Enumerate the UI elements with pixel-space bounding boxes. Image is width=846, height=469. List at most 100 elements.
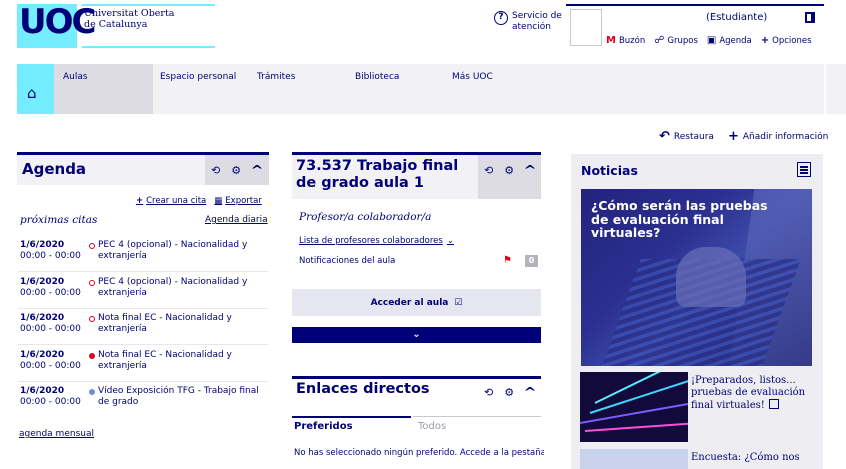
chevron-up-icon[interactable]: ^	[251, 163, 264, 177]
agenda-item-date: 1/6/2020	[20, 277, 65, 287]
help-label-line-1: Servicio de	[512, 11, 562, 21]
help-label: Servicio de atención	[512, 11, 564, 33]
tab-all[interactable]: Todos	[418, 421, 446, 432]
teachers-list-label: Lista de profesores colaboradores	[299, 236, 443, 246]
help-label-line-2: atención	[512, 22, 551, 32]
chevron-up-icon[interactable]: ^	[524, 163, 537, 177]
home-icon: ⌂	[27, 84, 37, 102]
options-label: Opciones	[772, 35, 812, 46]
agenda-item-time: 00:00 - 00:00	[20, 324, 81, 334]
nav-item-aulas[interactable]: Aulas	[63, 72, 88, 82]
export-icon: ▦	[214, 196, 223, 206]
agenda-separator	[18, 344, 268, 345]
access-classroom-button[interactable]: Acceder al aula ☑	[292, 289, 541, 316]
logout-icon[interactable]	[805, 12, 815, 23]
agenda-item-text: Nota final EC - Nacionalidad y extranjer…	[98, 350, 232, 371]
restore-label: Restaura	[673, 131, 714, 142]
add-info-button[interactable]: + Añadir información	[728, 129, 828, 144]
agenda-item-datetime: 1/6/2020 00:00 - 00:00	[20, 277, 90, 299]
chevron-up-icon[interactable]: ^	[524, 385, 537, 399]
options-link[interactable]: + Opciones	[761, 35, 812, 46]
refresh-icon[interactable]: ⟲	[484, 386, 493, 399]
mailbox-link[interactable]: M Buzón	[606, 35, 645, 46]
tab-all-indicator	[413, 416, 541, 417]
news-item-1[interactable]: ¡Preparados, listos... pruebas de evalua…	[691, 375, 816, 412]
create-appointment-link[interactable]: + Crear una cita	[136, 196, 206, 206]
edit-box-icon: ☑	[454, 297, 463, 308]
logo-divider-bottom	[82, 46, 215, 48]
agenda-item-datetime: 1/6/2020 00:00 - 00:00	[20, 350, 90, 372]
news-thumbnail-1[interactable]	[580, 372, 688, 442]
chevron-down-icon: ⌄	[446, 236, 454, 246]
gear-icon[interactable]: ⚙	[504, 164, 514, 177]
plus-icon: +	[136, 196, 144, 206]
nav-item-tramites[interactable]: Trámites	[257, 72, 295, 82]
course-controls-bg	[478, 155, 541, 199]
uoc-campus-page: UOC Universitat Oberta de Catalunya ? Se…	[0, 0, 846, 469]
agenda-item-date: 1/6/2020	[20, 350, 65, 360]
university-name: Universitat Oberta de Catalunya	[84, 8, 214, 30]
event-status-dot-icon	[89, 316, 95, 322]
agenda-item-text: Nota final EC - Nacionalidad y extranjer…	[98, 313, 232, 334]
tab-favorites-indicator	[292, 416, 411, 418]
help-link[interactable]: ? Servicio de atención	[494, 11, 564, 33]
favorites-empty-text: No has seleccionado ningún preferido. Ac…	[294, 448, 544, 458]
plus-icon: +	[727, 129, 739, 144]
agenda-item-date: 1/6/2020	[20, 386, 65, 396]
logo-divider-top	[82, 4, 215, 6]
groups-link[interactable]: ☍ Grupos	[654, 35, 698, 46]
chevron-down-icon: ⌄	[412, 329, 421, 340]
light-ray	[584, 422, 688, 432]
groups-icon: ☍	[654, 35, 665, 46]
gear-icon[interactable]: ⚙	[504, 386, 514, 399]
avatar[interactable]	[570, 9, 602, 46]
nav-item-mas-uoc[interactable]: Más UOC	[452, 72, 493, 82]
agenda-label: Agenda	[719, 35, 752, 46]
expand-course-button[interactable]: ⌄	[292, 327, 541, 343]
news-thumbnail-2[interactable]	[580, 449, 688, 469]
university-name-line-1: Universitat Oberta	[84, 8, 175, 19]
news-list-icon[interactable]	[797, 162, 811, 177]
nav-edge	[826, 64, 846, 114]
university-name-line-2: de Catalunya	[84, 19, 148, 30]
event-status-dot-icon	[89, 353, 95, 359]
nav-home-button[interactable]: ⌂	[17, 64, 54, 114]
mailbox-label: Buzón	[618, 35, 646, 46]
news-item-1-text: ¡Preparados, listos... pruebas de evalua…	[691, 375, 806, 411]
access-classroom-label: Acceder al aula	[370, 297, 449, 308]
news-featured-headline[interactable]: ¿Cómo serán las pruebas de evaluación fi…	[591, 199, 786, 240]
upcoming-heading: próximas citas	[20, 214, 98, 226]
export-link[interactable]: ▦ Exportar	[214, 196, 262, 206]
restore-button[interactable]: ↶ Restaura	[659, 129, 714, 144]
news-item-2[interactable]: Encuesta: ¿Cómo nos	[691, 452, 800, 463]
nav-item-biblioteca[interactable]: Biblioteca	[355, 72, 399, 82]
agenda-separator	[18, 308, 268, 309]
agenda-item-time: 00:00 - 00:00	[20, 251, 81, 261]
event-status-dot-icon	[89, 243, 95, 249]
daily-agenda-link[interactable]: Agenda diaria	[205, 215, 268, 225]
flag-icon: ⚑	[503, 255, 512, 266]
create-appointment-label: Crear una cita	[146, 196, 207, 206]
agenda-item-datetime: 1/6/2020 00:00 - 00:00	[20, 386, 90, 408]
agenda-item-date: 1/6/2020	[20, 240, 65, 250]
tab-favorites[interactable]: Preferidos	[294, 421, 353, 432]
monthly-agenda-link[interactable]: agenda mensual	[19, 429, 94, 439]
external-link-icon	[768, 399, 779, 409]
gear-icon[interactable]: ⚙	[231, 164, 241, 177]
user-links: M Buzón ☍ Grupos ▣ Agenda + Opciones	[606, 35, 812, 46]
nav-item-espacio-personal[interactable]: Espacio personal	[160, 72, 236, 82]
agenda-link[interactable]: ▣ Agenda	[707, 35, 752, 46]
refresh-icon[interactable]: ⟲	[484, 164, 493, 177]
agenda-item-time: 00:00 - 00:00	[20, 361, 81, 371]
agenda-item-datetime: 1/6/2020 00:00 - 00:00	[20, 313, 90, 335]
light-ray	[594, 372, 688, 404]
agenda-item-text: PEC 4 (opcional) - Nacionalidad y extran…	[98, 240, 248, 261]
teachers-list-link[interactable]: Lista de profesores colaboradores ⌄	[299, 236, 454, 246]
course-title[interactable]: 73.537 Trabajo final de grado aula 1	[296, 158, 476, 192]
refresh-icon[interactable]: ⟲	[211, 164, 220, 177]
course-controls: ⟲ ⚙ ^	[484, 163, 537, 177]
agenda-controls: ⟲ ⚙ ^	[211, 163, 264, 177]
classroom-notifications: Notificaciones del aula	[299, 256, 396, 266]
user-panel-topline	[566, 4, 824, 6]
calendar-icon: ▣	[706, 35, 717, 46]
